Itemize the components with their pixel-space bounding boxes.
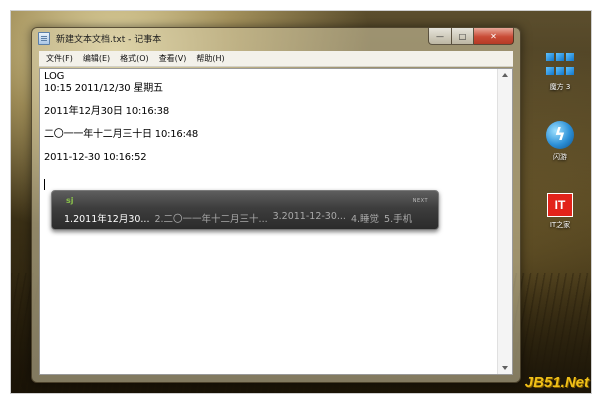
desktop-icon-label: 魔方 3: [549, 83, 571, 91]
mofang-cube-icon: [546, 53, 574, 79]
ithome-badge-icon: IT: [547, 193, 573, 217]
desktop-icon-mofang[interactable]: 魔方 3: [530, 53, 590, 92]
ime-candidate[interactable]: 1.2011年12月30...: [64, 211, 149, 225]
text-line: 10:15 2011/12/30 星期五: [44, 83, 163, 94]
minimize-icon: —: [436, 31, 444, 41]
close-button[interactable]: ✕: [474, 28, 514, 45]
window-controls: — □ ✕: [428, 28, 514, 46]
desktop-icon-ithome[interactable]: IT IT之家: [530, 193, 590, 230]
menu-format[interactable]: 格式(O): [115, 53, 154, 64]
ime-next-button[interactable]: NEXT: [413, 198, 428, 204]
site-watermark: JB51.Net: [524, 374, 589, 391]
window-title: 新建文本文档.txt - 记事本: [56, 35, 162, 45]
ime-candidate[interactable]: 5.手机: [384, 211, 412, 225]
maximize-icon: □: [458, 31, 467, 41]
desktop-icon-label: 闪游: [553, 153, 567, 161]
document-text: LOG 10:15 2011/12/30 星期五 2011年12月30日 10:…: [44, 71, 198, 164]
desktop-icon-shanyou[interactable]: ϟ 闪游: [530, 121, 590, 162]
menu-bar: 文件(F) 编辑(E) 格式(O) 查看(V) 帮助(H): [39, 51, 513, 67]
shanyou-flash-icon: ϟ: [546, 121, 574, 149]
screenshot-frame: 新建文本文档.txt - 记事本 — □ ✕ 文件(F) 编辑(E) 格式(O)…: [10, 10, 592, 394]
menu-help[interactable]: 帮助(H): [191, 53, 229, 64]
text-line: 二〇一一年十二月三十日 10:16:48: [44, 129, 199, 140]
scroll-down-icon[interactable]: [502, 366, 508, 370]
notepad-app-icon[interactable]: [38, 32, 50, 45]
text-line: LOG: [44, 71, 65, 82]
ime-candidate[interactable]: 4.睡觉: [351, 211, 379, 225]
menu-view[interactable]: 查看(V): [154, 53, 192, 64]
vertical-scrollbar[interactable]: [497, 69, 512, 374]
close-icon: ✕: [490, 31, 497, 41]
desktop-icon-label: IT之家: [549, 221, 571, 229]
text-caret: [44, 179, 45, 190]
ime-candidate[interactable]: 2.二〇一一年十二月三十...: [154, 211, 267, 225]
maximize-button[interactable]: □: [452, 28, 474, 45]
title-bar[interactable]: 新建文本文档.txt - 记事本 — □ ✕: [32, 28, 520, 50]
menu-file[interactable]: 文件(F): [41, 53, 78, 64]
ime-candidate-list: 1.2011年12月30... 2.二〇一一年十二月三十... 3.2011-1…: [64, 211, 417, 225]
minimize-button[interactable]: —: [428, 28, 452, 45]
ime-candidate-bar: sj NEXT 1.2011年12月30... 2.二〇一一年十二月三十... …: [51, 190, 439, 230]
ime-candidate[interactable]: 3.2011-12-30...: [273, 211, 346, 225]
text-line: 2011年12月30日 10:16:38: [44, 106, 169, 117]
ime-logo-icon: sj: [66, 196, 74, 205]
menu-edit[interactable]: 编辑(E): [78, 53, 115, 64]
scroll-up-icon[interactable]: [502, 73, 508, 77]
text-line: 2011-12-30 10:16:52: [44, 152, 147, 163]
